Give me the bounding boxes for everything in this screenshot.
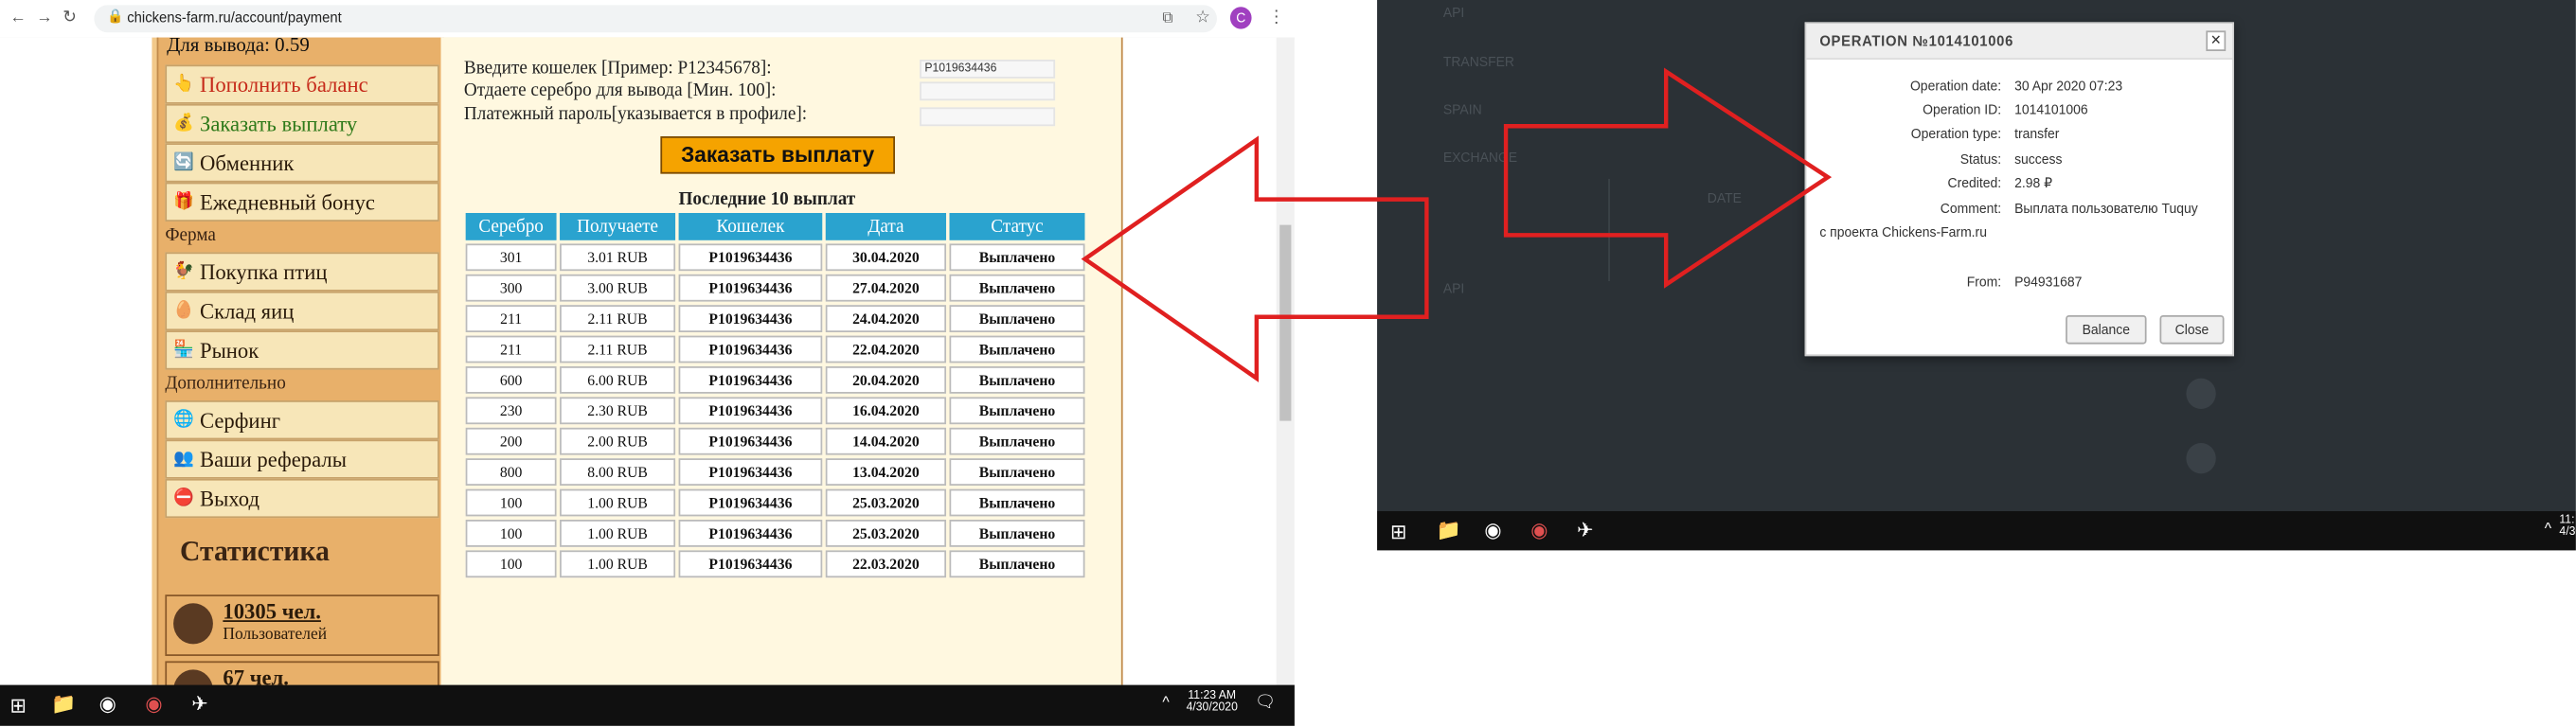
arrow-left xyxy=(1081,135,1429,382)
arrow-right xyxy=(1503,67,1833,289)
annotation-arrows xyxy=(1081,67,1833,382)
